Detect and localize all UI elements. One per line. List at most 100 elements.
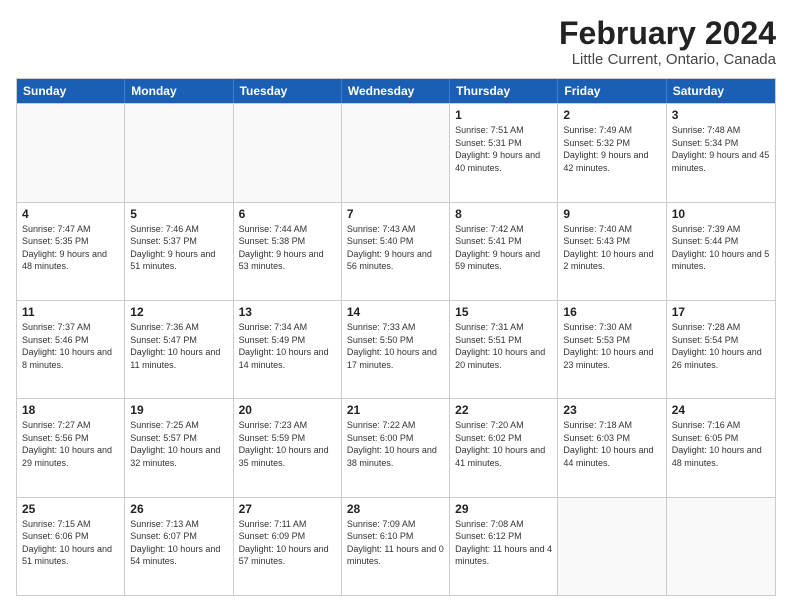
- day-info: Sunrise: 7:42 AMSunset: 5:41 PMDaylight:…: [455, 223, 552, 273]
- day-number: 5: [130, 207, 227, 221]
- cal-cell: [342, 104, 450, 201]
- day-number: 19: [130, 403, 227, 417]
- cal-cell: 11 Sunrise: 7:37 AMSunset: 5:46 PMDayligh…: [17, 301, 125, 398]
- day-info: Sunrise: 7:22 AMSunset: 6:00 PMDaylight:…: [347, 419, 444, 469]
- cal-cell: [667, 498, 775, 595]
- day-number: 23: [563, 403, 660, 417]
- cal-cell: 3 Sunrise: 7:48 AMSunset: 5:34 PMDaylight…: [667, 104, 775, 201]
- day-info: Sunrise: 7:36 AMSunset: 5:47 PMDaylight:…: [130, 321, 227, 371]
- cal-cell: 8Sunrise: 7:42 AMSunset: 5:41 PMDaylight…: [450, 203, 558, 300]
- header: General Blue February 2024 Little Curren…: [16, 16, 776, 68]
- calendar-header: SundayMondayTuesdayWednesdayThursdayFrid…: [17, 79, 775, 103]
- cal-cell: [125, 104, 233, 201]
- cal-cell: 23 Sunrise: 7:18 AMSunset: 6:03 PMDayligh…: [558, 399, 666, 496]
- day-info: Sunrise: 7:16 AMSunset: 6:05 PMDaylight:…: [672, 419, 770, 469]
- cal-cell: 13 Sunrise: 7:34 AMSunset: 5:49 PMDayligh…: [234, 301, 342, 398]
- cal-cell: [17, 104, 125, 201]
- day-number: 28: [347, 502, 444, 516]
- day-info: Sunrise: 7:20 AMSunset: 6:02 PMDaylight:…: [455, 419, 552, 469]
- title-block: February 2024 Little Current, Ontario, C…: [559, 16, 776, 68]
- day-info: Sunrise: 7:11 AMSunset: 6:09 PMDaylight:…: [239, 518, 336, 568]
- day-info: Sunrise: 7:18 AMSunset: 6:03 PMDaylight:…: [563, 419, 660, 469]
- day-number: 17: [672, 305, 770, 319]
- day-info: Sunrise: 7:30 AMSunset: 5:53 PMDaylight:…: [563, 321, 660, 371]
- week-row-3: 11 Sunrise: 7:37 AMSunset: 5:46 PMDayligh…: [17, 300, 775, 398]
- day-info: Sunrise: 7:51 AMSunset: 5:31 PMDaylight:…: [455, 124, 552, 174]
- day-number: 27: [239, 502, 336, 516]
- day-info: Sunrise: 7:37 AMSunset: 5:46 PMDaylight:…: [22, 321, 119, 371]
- day-info: Sunrise: 7:31 AMSunset: 5:51 PMDaylight:…: [455, 321, 552, 371]
- cal-cell: 21 Sunrise: 7:22 AMSunset: 6:00 PMDayligh…: [342, 399, 450, 496]
- week-row-5: 25 Sunrise: 7:15 AMSunset: 6:06 PMDayligh…: [17, 497, 775, 595]
- day-number: 15: [455, 305, 552, 319]
- cal-cell: [234, 104, 342, 201]
- day-info: Sunrise: 7:44 AMSunset: 5:38 PMDaylight:…: [239, 223, 336, 273]
- day-info: Sunrise: 7:09 AMSunset: 6:10 PMDaylight:…: [347, 518, 444, 568]
- day-info: Sunrise: 7:33 AMSunset: 5:50 PMDaylight:…: [347, 321, 444, 371]
- day-header-thursday: Thursday: [450, 79, 558, 103]
- cal-cell: 6 Sunrise: 7:44 AMSunset: 5:38 PMDaylight…: [234, 203, 342, 300]
- cal-cell: 26 Sunrise: 7:13 AMSunset: 6:07 PMDayligh…: [125, 498, 233, 595]
- day-number: 4: [22, 207, 119, 221]
- day-header-wednesday: Wednesday: [342, 79, 450, 103]
- day-info: Sunrise: 7:15 AMSunset: 6:06 PMDaylight:…: [22, 518, 119, 568]
- day-number: 11: [22, 305, 119, 319]
- day-header-sunday: Sunday: [17, 79, 125, 103]
- day-info: Sunrise: 7:23 AMSunset: 5:59 PMDaylight:…: [239, 419, 336, 469]
- cal-cell: 28 Sunrise: 7:09 AMSunset: 6:10 PMDayligh…: [342, 498, 450, 595]
- cal-cell: 15 Sunrise: 7:31 AMSunset: 5:51 PMDayligh…: [450, 301, 558, 398]
- day-number: 6: [239, 207, 336, 221]
- day-info: Sunrise: 7:40 AMSunset: 5:43 PMDaylight:…: [563, 223, 660, 273]
- cal-cell: 2 Sunrise: 7:49 AMSunset: 5:32 PMDaylight…: [558, 104, 666, 201]
- day-header-tuesday: Tuesday: [234, 79, 342, 103]
- day-header-friday: Friday: [558, 79, 666, 103]
- cal-cell: 25 Sunrise: 7:15 AMSunset: 6:06 PMDayligh…: [17, 498, 125, 595]
- day-number: 13: [239, 305, 336, 319]
- day-number: 20: [239, 403, 336, 417]
- day-number: 16: [563, 305, 660, 319]
- location: Little Current, Ontario, Canada: [559, 51, 776, 68]
- day-info: Sunrise: 7:47 AMSunset: 5:35 PMDaylight:…: [22, 223, 119, 273]
- day-number: 2: [563, 108, 660, 122]
- day-number: 24: [672, 403, 770, 417]
- day-number: 29: [455, 502, 552, 516]
- day-number: 9: [563, 207, 660, 221]
- day-number: 14: [347, 305, 444, 319]
- day-header-monday: Monday: [125, 79, 233, 103]
- day-info: Sunrise: 7:08 AMSunset: 6:12 PMDaylight:…: [455, 518, 552, 568]
- week-row-1: 1 Sunrise: 7:51 AMSunset: 5:31 PMDaylight…: [17, 103, 775, 201]
- day-info: Sunrise: 7:25 AMSunset: 5:57 PMDaylight:…: [130, 419, 227, 469]
- cal-cell: 27 Sunrise: 7:11 AMSunset: 6:09 PMDayligh…: [234, 498, 342, 595]
- cal-cell: 29 Sunrise: 7:08 AMSunset: 6:12 PMDayligh…: [450, 498, 558, 595]
- day-number: 26: [130, 502, 227, 516]
- cal-cell: 16 Sunrise: 7:30 AMSunset: 5:53 PMDayligh…: [558, 301, 666, 398]
- day-number: 10: [672, 207, 770, 221]
- day-info: Sunrise: 7:13 AMSunset: 6:07 PMDaylight:…: [130, 518, 227, 568]
- day-number: 25: [22, 502, 119, 516]
- day-number: 22: [455, 403, 552, 417]
- cal-cell: 7Sunrise: 7:43 AMSunset: 5:40 PMDaylight…: [342, 203, 450, 300]
- day-info: Sunrise: 7:34 AMSunset: 5:49 PMDaylight:…: [239, 321, 336, 371]
- week-row-2: 4 Sunrise: 7:47 AMSunset: 5:35 PMDaylight…: [17, 202, 775, 300]
- week-row-4: 18Sunrise: 7:27 AMSunset: 5:56 PMDayligh…: [17, 398, 775, 496]
- cal-cell: 10 Sunrise: 7:39 AMSunset: 5:44 PMDayligh…: [667, 203, 775, 300]
- cal-cell: 1 Sunrise: 7:51 AMSunset: 5:31 PMDaylight…: [450, 104, 558, 201]
- day-number: 3: [672, 108, 770, 122]
- cal-cell: 22 Sunrise: 7:20 AMSunset: 6:02 PMDayligh…: [450, 399, 558, 496]
- day-info: Sunrise: 7:49 AMSunset: 5:32 PMDaylight:…: [563, 124, 660, 174]
- calendar: SundayMondayTuesdayWednesdayThursdayFrid…: [16, 78, 776, 596]
- cal-cell: 14 Sunrise: 7:33 AMSunset: 5:50 PMDayligh…: [342, 301, 450, 398]
- calendar-body: 1 Sunrise: 7:51 AMSunset: 5:31 PMDaylight…: [17, 103, 775, 595]
- day-info: Sunrise: 7:48 AMSunset: 5:34 PMDaylight:…: [672, 124, 770, 174]
- cal-cell: 4 Sunrise: 7:47 AMSunset: 5:35 PMDaylight…: [17, 203, 125, 300]
- day-info: Sunrise: 7:39 AMSunset: 5:44 PMDaylight:…: [672, 223, 770, 273]
- cal-cell: [558, 498, 666, 595]
- cal-cell: 19 Sunrise: 7:25 AMSunset: 5:57 PMDayligh…: [125, 399, 233, 496]
- day-info: Sunrise: 7:27 AMSunset: 5:56 PMDaylight:…: [22, 419, 119, 469]
- day-number: 21: [347, 403, 444, 417]
- day-info: Sunrise: 7:46 AMSunset: 5:37 PMDaylight:…: [130, 223, 227, 273]
- day-header-saturday: Saturday: [667, 79, 775, 103]
- day-number: 1: [455, 108, 552, 122]
- cal-cell: 24 Sunrise: 7:16 AMSunset: 6:05 PMDayligh…: [667, 399, 775, 496]
- cal-cell: 17Sunrise: 7:28 AMSunset: 5:54 PMDayligh…: [667, 301, 775, 398]
